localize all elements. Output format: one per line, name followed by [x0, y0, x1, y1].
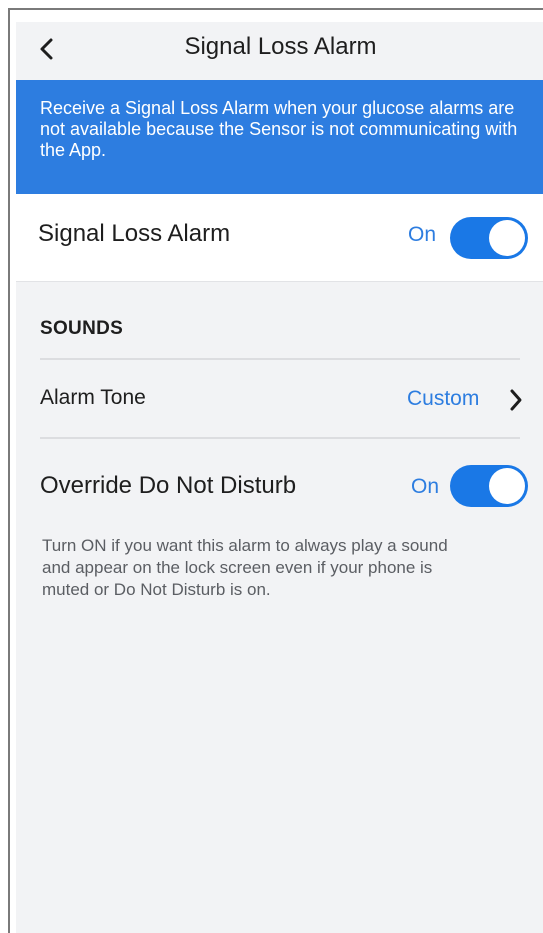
- chevron-right-icon: [510, 389, 522, 411]
- signal-loss-alarm-row: Signal Loss Alarm On: [16, 194, 543, 282]
- override-dnd-helper-text: Turn ON if you want this alarm to always…: [42, 536, 448, 599]
- device-frame: Signal Loss Alarm Receive a Signal Loss …: [8, 8, 543, 933]
- override-dnd-label: Override Do Not Disturb: [40, 472, 297, 499]
- toggle-knob: [489, 220, 525, 256]
- alarm-tone-value: Custom: [407, 387, 480, 410]
- override-dnd-toggle[interactable]: [450, 465, 528, 507]
- nav-bar: Signal Loss Alarm: [16, 22, 543, 80]
- info-banner: Receive a Signal Loss Alarm when your gl…: [16, 80, 543, 194]
- banner-text: Receive a Signal Loss Alarm when your gl…: [40, 98, 518, 160]
- override-dnd-state-text: On: [411, 475, 440, 498]
- signal-loss-alarm-label: Signal Loss Alarm: [38, 220, 231, 247]
- signal-loss-state-text: On: [408, 223, 437, 246]
- signal-loss-alarm-toggle[interactable]: [450, 217, 528, 259]
- toggle-knob: [489, 468, 525, 504]
- alarm-tone-row[interactable]: Alarm Tone Custom: [16, 360, 543, 438]
- alarm-tone-label: Alarm Tone: [40, 386, 146, 409]
- sounds-section-header: SOUNDS: [40, 318, 124, 339]
- settings-screen: Signal Loss Alarm Receive a Signal Loss …: [16, 22, 543, 933]
- divider: [40, 437, 520, 439]
- page-title: Signal Loss Alarm: [184, 33, 377, 60]
